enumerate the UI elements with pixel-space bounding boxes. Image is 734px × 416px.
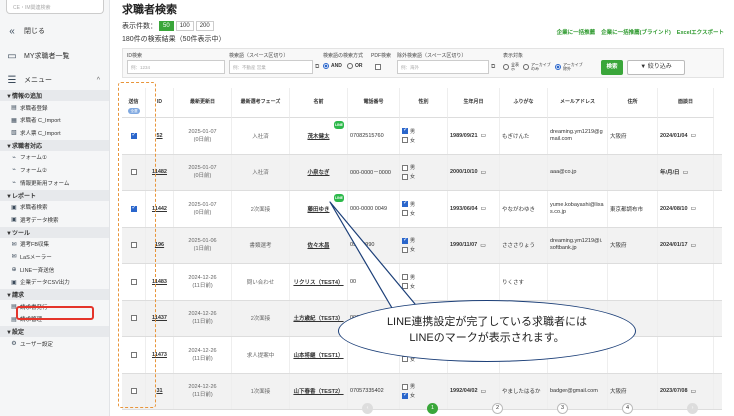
callout-line-1: LINE連携設定が完了している求職者には xyxy=(386,316,588,328)
line-info-callout: LINE連携設定が完了している求職者には LINEのマークが表示されます。 xyxy=(338,300,636,362)
app-root: CE・IM関連検索 « 閉じる ▭ MY求職者一覧 ☰ メニュー ^ ▼情報の追… xyxy=(0,0,734,416)
callout-line-2: LINEのマークが表示されます。 xyxy=(409,331,565,344)
callout-pointer xyxy=(329,201,421,311)
